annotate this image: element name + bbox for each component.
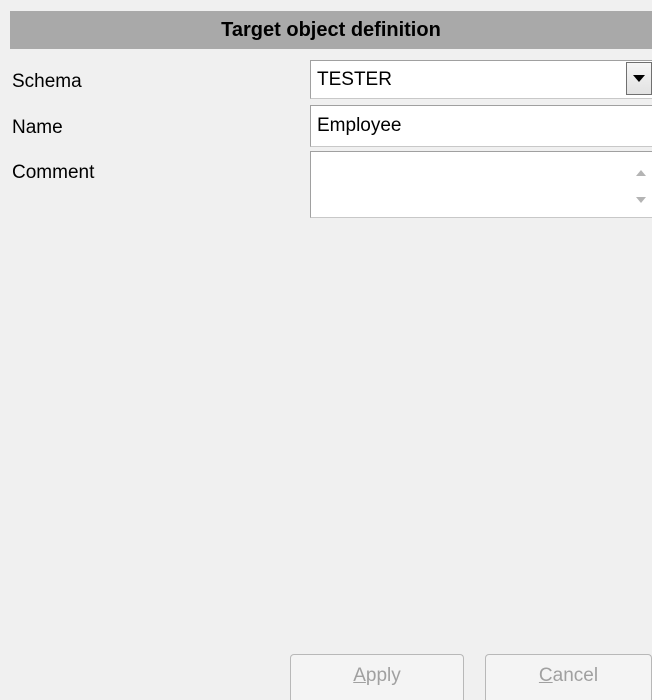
apply-button[interactable]: Apply bbox=[290, 654, 464, 700]
panel-header: Target object definition bbox=[10, 11, 652, 49]
cancel-mnemonic: C bbox=[538, 664, 553, 686]
apply-mnemonic: A bbox=[353, 664, 366, 686]
schema-value: TESTER bbox=[317, 68, 392, 90]
cancel-label-rest: ancel bbox=[552, 664, 599, 686]
schema-dropdown-button[interactable] bbox=[626, 62, 652, 95]
scroll-down-icon[interactable] bbox=[636, 197, 646, 203]
cancel-button[interactable]: Cancel bbox=[485, 654, 652, 700]
comment-label: Comment bbox=[12, 162, 95, 183]
name-input[interactable]: Employee bbox=[310, 105, 652, 147]
scroll-up-icon[interactable] bbox=[636, 170, 646, 176]
apply-label-rest: pply bbox=[365, 664, 401, 686]
name-value: Employee bbox=[317, 115, 402, 136]
comment-textarea[interactable] bbox=[310, 151, 652, 218]
panel-title: Target object definition bbox=[221, 18, 441, 41]
chevron-down-icon bbox=[633, 75, 645, 82]
target-object-definition-panel: Target object definition Schema TESTER N… bbox=[0, 0, 652, 700]
name-label: Name bbox=[12, 117, 63, 138]
schema-label: Schema bbox=[12, 71, 82, 92]
schema-combobox[interactable]: TESTER bbox=[310, 60, 652, 99]
